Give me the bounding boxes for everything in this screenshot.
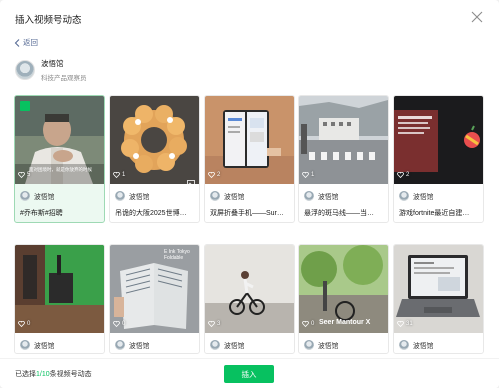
post-card[interactable]: 31 波悟馆 — [393, 244, 484, 354]
post-card[interactable]: 1 波悟馆 悬浮的斑马线——当… — [298, 95, 389, 223]
like-count: 1 — [113, 172, 125, 178]
post-author: 波悟馆 — [210, 340, 244, 350]
post-author: 波悟馆 — [20, 191, 54, 201]
account-header: 波悟馆 科技产品观察员 — [15, 58, 87, 82]
image-post-icon — [187, 173, 195, 191]
insert-button[interactable]: 插入 — [224, 365, 274, 383]
post-card[interactable]: 3 波悟馆 — [204, 244, 295, 354]
dialog-title: 插入视频号动态 — [15, 15, 82, 26]
author-avatar — [304, 340, 314, 350]
heart-icon — [208, 321, 215, 327]
author-avatar — [399, 340, 409, 350]
like-count: 0 — [302, 321, 314, 327]
post-title: #乔布斯#招聘 — [20, 210, 63, 217]
author-avatar — [210, 340, 220, 350]
video-caption: E Ink Tokyo Foldable — [164, 249, 190, 261]
heart-icon — [208, 172, 215, 178]
post-card[interactable]: 1 波悟馆 吊诡的大阪2025世博… — [109, 95, 200, 223]
insert-channel-post-dialog: 插入视频号动态 返回 波悟馆 科技产品观察员 面对困境时，就是你放弃的时候 5 … — [0, 0, 499, 388]
post-thumbnail — [205, 96, 294, 184]
like-count: 2 — [208, 172, 220, 178]
heart-icon — [302, 172, 309, 178]
selection-count: 已选择1/10条视频号动态 — [15, 371, 92, 378]
author-avatar — [210, 191, 220, 201]
selected-check-icon — [20, 101, 30, 111]
dialog-footer: 已选择1/10条视频号动态 插入 — [0, 358, 499, 388]
author-avatar — [20, 191, 30, 201]
post-author: 波悟馆 — [399, 340, 433, 350]
video-caption: Seer Mantour X — [319, 319, 371, 326]
like-count: 2 — [397, 172, 409, 178]
chevron-left-icon — [14, 38, 20, 47]
like-count: 0 — [113, 321, 125, 327]
like-count: 0 — [18, 321, 30, 327]
close-icon[interactable] — [470, 10, 484, 24]
post-author: 波悟馆 — [304, 340, 338, 350]
heart-icon — [113, 172, 120, 178]
like-count: 3 — [208, 321, 220, 327]
heart-icon — [18, 321, 25, 327]
account-name: 波悟馆 — [41, 59, 64, 68]
avatar — [15, 60, 35, 80]
heart-icon — [302, 321, 309, 327]
post-thumbnail — [110, 96, 199, 184]
post-thumbnail — [205, 245, 294, 333]
post-thumbnail — [299, 96, 388, 184]
post-card[interactable]: 2 波悟馆 双屏折叠手机——Sur… — [204, 95, 295, 223]
post-author: 波悟馆 — [20, 340, 54, 350]
post-thumbnail — [394, 245, 483, 333]
post-card[interactable]: E Ink Tokyo Foldable 0 波悟馆 — [109, 244, 200, 354]
author-avatar — [304, 191, 314, 201]
post-author: 波悟馆 — [115, 340, 149, 350]
post-title: 吊诡的大阪2025世博… — [115, 210, 187, 217]
author-avatar — [115, 191, 125, 201]
post-author: 波悟馆 — [399, 191, 433, 201]
like-count: 31 — [397, 321, 413, 327]
account-desc: 科技产品观察员 — [41, 75, 87, 82]
author-avatar — [20, 340, 30, 350]
post-card[interactable]: 2 波悟馆 游戏fortnite最近自建… — [393, 95, 484, 223]
like-count: 5 — [18, 172, 30, 178]
back-label: 返回 — [23, 38, 38, 47]
post-thumbnail — [15, 245, 104, 333]
heart-icon — [397, 321, 404, 327]
post-author: 波悟馆 — [304, 191, 338, 201]
post-author: 波悟馆 — [115, 191, 149, 201]
post-title: 双屏折叠手机——Sur… — [210, 210, 284, 217]
post-title: 悬浮的斑马线——当… — [304, 210, 374, 217]
heart-icon — [113, 321, 120, 327]
post-thumbnail — [394, 96, 483, 184]
heart-icon — [397, 172, 404, 178]
back-link[interactable]: 返回 — [14, 37, 38, 48]
post-card[interactable]: 0 波悟馆 — [14, 244, 105, 354]
author-avatar — [115, 340, 125, 350]
like-count: 1 — [302, 172, 314, 178]
heart-icon — [18, 172, 25, 178]
post-author: 波悟馆 — [210, 191, 244, 201]
video-caption: 面对困境时，就是你放弃的时候 — [29, 167, 92, 172]
post-card[interactable]: 面对困境时，就是你放弃的时候 5 波悟馆 #乔布斯#招聘 — [14, 95, 105, 223]
post-card[interactable]: Seer Mantour X 0 波悟馆 — [298, 244, 389, 354]
post-title: 游戏fortnite最近自建… — [399, 210, 470, 217]
author-avatar — [399, 191, 409, 201]
